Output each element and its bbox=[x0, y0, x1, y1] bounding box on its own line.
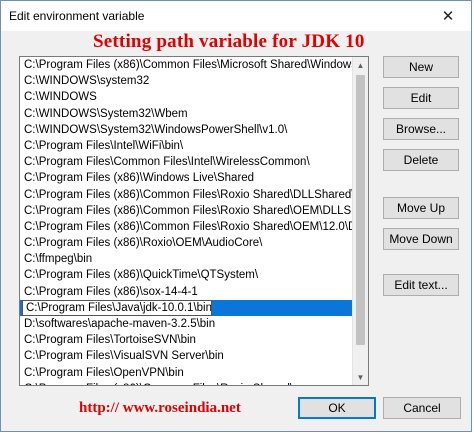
scroll-up-arrow-icon[interactable]: ▲ bbox=[353, 57, 368, 73]
path-entry[interactable]: C:\Program Files (x86)\sox-14-4-1 bbox=[20, 284, 354, 300]
scroll-down-arrow-icon[interactable]: ▼ bbox=[353, 369, 368, 385]
path-entry[interactable]: C:\WINDOWS\System32\WindowsPowerShell\v1… bbox=[20, 122, 354, 138]
path-entry-text: C:\Program Files\Intel\WiFi\bin\ bbox=[24, 139, 184, 152]
path-entry-edit-field[interactable]: C:\Program Files\Java\jdk-10.0.1\bin bbox=[22, 299, 212, 316]
vertical-scrollbar[interactable]: ▲ ▼ bbox=[352, 57, 368, 385]
title-bar: Edit environment variable ✕ bbox=[1, 1, 471, 31]
path-entry[interactable]: C:\Program Files (x86)\QuickTime\QTSyste… bbox=[20, 267, 354, 283]
path-entry[interactable]: C:\Program Files (x86)\Common Files\Roxi… bbox=[20, 219, 354, 235]
window-title: Edit environment variable bbox=[9, 9, 145, 23]
path-entry[interactable]: C:\ffmpeg\bin bbox=[20, 251, 354, 267]
move-up-button[interactable]: Move Up bbox=[383, 197, 459, 219]
path-entry-text: C:\Program Files (x86)\Common Files\Micr… bbox=[24, 59, 354, 71]
overlay-heading: Setting path variable for JDK 10 bbox=[93, 31, 365, 52]
close-icon: ✕ bbox=[441, 8, 455, 25]
path-entry[interactable]: C:\Program Files (x86)\Windows Live\Shar… bbox=[20, 170, 354, 186]
path-entry-text: C:\Program Files (x86)\QuickTime\QTSyste… bbox=[24, 269, 259, 282]
path-entry[interactable]: C:\Program Files\Intel\WiFi\bin\ bbox=[20, 138, 354, 154]
edit-text-button[interactable]: Edit text... bbox=[383, 274, 459, 296]
path-entry[interactable]: C:\WINDOWS\System32\Wbem bbox=[20, 106, 354, 122]
path-entry[interactable]: C:\Program Files\OpenVPN\bin bbox=[20, 365, 354, 381]
path-entry-text: C:\Program Files (x86)\Common Files\Roxi… bbox=[24, 383, 303, 385]
path-entry-text: C:\WINDOWS\system32 bbox=[24, 75, 150, 88]
new-button[interactable]: New bbox=[383, 56, 459, 78]
path-entry-selected[interactable]: C:\Program Files\Java\jdk-10.0.1\bin bbox=[20, 299, 354, 316]
path-entry[interactable]: C:\WINDOWS bbox=[20, 89, 354, 105]
path-entry-edit-text: C:\Program Files\Java\jdk-10.0.1\bin bbox=[26, 301, 212, 314]
path-entry-text: C:\Program Files (x86)\sox-14-4-1 bbox=[24, 285, 198, 298]
path-entry-text: C:\WINDOWS\System32\WindowsPowerShell\v1… bbox=[24, 123, 288, 136]
edit-button[interactable]: Edit bbox=[383, 87, 459, 109]
path-entry[interactable]: C:\Program Files\Common Files\Intel\Wire… bbox=[20, 154, 354, 170]
browse-button[interactable]: Browse... bbox=[383, 118, 459, 140]
move-down-button[interactable]: Move Down bbox=[383, 228, 459, 250]
path-entry-text: C:\WINDOWS\System32\Wbem bbox=[24, 107, 188, 120]
delete-button[interactable]: Delete bbox=[383, 149, 459, 171]
path-entry-text: C:\Program Files\VisualSVN Server\bin bbox=[24, 350, 224, 363]
path-entry-text: C:\Program Files (x86)\Roxio\OEM\AudioCo… bbox=[24, 237, 263, 250]
path-entries-viewport: C:\Program Files (x86)\Common Files\Micr… bbox=[20, 57, 354, 385]
path-entry-text: C:\Program Files (x86)\Windows Live\Shar… bbox=[24, 172, 255, 185]
path-entry[interactable]: C:\WINDOWS\system32 bbox=[20, 73, 354, 89]
path-entry-text: C:\Program Files (x86)\Common Files\Roxi… bbox=[24, 220, 354, 233]
path-entry[interactable]: C:\Program Files\TortoiseSVN\bin bbox=[20, 332, 354, 348]
path-entry-text: C:\Program Files\OpenVPN\bin bbox=[24, 366, 184, 379]
path-entry-text: C:\ffmpeg\bin bbox=[24, 253, 93, 266]
path-entry[interactable]: C:\Program Files (x86)\Common Files\Roxi… bbox=[20, 187, 354, 203]
ok-button[interactable]: OK bbox=[298, 397, 376, 419]
scroll-thumb[interactable] bbox=[356, 75, 365, 345]
path-entry[interactable]: C:\Program Files (x86)\Roxio\OEM\AudioCo… bbox=[20, 235, 354, 251]
path-entry[interactable]: D:\softwares\apache-maven-3.2.5\bin bbox=[20, 316, 354, 332]
close-button[interactable]: ✕ bbox=[431, 4, 465, 28]
path-entries-list[interactable]: C:\Program Files (x86)\Common Files\Micr… bbox=[19, 56, 369, 386]
path-entry[interactable]: C:\Program Files\VisualSVN Server\bin bbox=[20, 348, 354, 364]
path-entry-text: C:\Program Files\Common Files\Intel\Wire… bbox=[24, 156, 310, 169]
path-entry[interactable]: C:\Program Files (x86)\Common Files\Roxi… bbox=[20, 381, 354, 385]
path-entry[interactable]: C:\Program Files (x86)\Common Files\Micr… bbox=[20, 57, 354, 73]
path-entry-text: D:\softwares\apache-maven-3.2.5\bin bbox=[24, 318, 216, 330]
path-entry-text: C:\Program Files (x86)\Common Files\Roxi… bbox=[24, 204, 354, 217]
path-entry-text: C:\Program Files\TortoiseSVN\bin bbox=[24, 334, 196, 347]
edit-environment-variable-dialog: Edit environment variable ✕ Setting path… bbox=[0, 0, 472, 432]
cancel-button[interactable]: Cancel bbox=[383, 397, 461, 419]
overlay-url: http:// www.roseindia.net bbox=[79, 400, 241, 416]
path-entry-text: C:\Program Files (x86)\Common Files\Roxi… bbox=[24, 188, 354, 201]
path-entry[interactable]: C:\Program Files (x86)\Common Files\Roxi… bbox=[20, 203, 354, 219]
path-entry-text: C:\WINDOWS bbox=[24, 91, 97, 104]
